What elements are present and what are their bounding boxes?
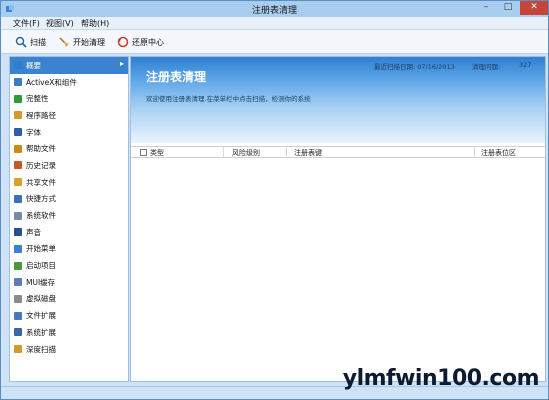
select-all-checkbox[interactable] bbox=[140, 149, 147, 156]
menu-bar: 文件(F) 视图(V) 帮助(H) bbox=[1, 17, 548, 30]
sidebar-item[interactable]: 程序路径 bbox=[10, 107, 128, 124]
help-file-icon bbox=[14, 144, 22, 153]
sidebar-item-label: 共享文件 bbox=[26, 177, 56, 187]
sidebar-item[interactable]: 系统扩展 bbox=[10, 324, 128, 341]
system-extension-icon bbox=[14, 328, 22, 337]
main-panel: 注册表清理 欢迎使用注册表清理.在菜单栏中点击扫描，检测你的系统 最近扫描日期:… bbox=[130, 56, 546, 382]
sidebar-item-label: MUI缓存 bbox=[26, 277, 56, 287]
sidebar-item-label: 虚拟磁盘 bbox=[26, 294, 56, 304]
sidebar-item[interactable]: 开始菜单 bbox=[10, 241, 128, 258]
integrity-icon bbox=[14, 94, 22, 103]
sidebar-item[interactable]: 共享文件 bbox=[10, 174, 128, 191]
sidebar-item-label: 快捷方式 bbox=[26, 194, 56, 204]
column-registry-location[interactable]: 注册表位区 bbox=[481, 148, 516, 158]
menu-file[interactable]: 文件(F) bbox=[13, 18, 40, 29]
site-watermark: ylmfwin100.com bbox=[342, 366, 540, 391]
sidebar-item-label: 历史记录 bbox=[26, 160, 56, 170]
sidebar-item[interactable]: 深度扫描 bbox=[10, 341, 128, 358]
last-scan-date: 最近扫描日期: 07/16/2013 bbox=[374, 63, 455, 71]
overview-icon bbox=[14, 61, 22, 70]
restore-icon bbox=[117, 36, 129, 48]
page-title: 注册表清理 bbox=[146, 70, 207, 84]
scan-button[interactable]: 扫描 bbox=[15, 34, 46, 50]
sidebar-item-label: 深度扫描 bbox=[26, 344, 56, 354]
title-bar: 注册表清理 – □ ✕ bbox=[1, 1, 548, 17]
sidebar-item[interactable]: 文件扩展 bbox=[10, 307, 128, 324]
minimize-button[interactable]: – bbox=[476, 1, 496, 15]
sidebar-item-label: 启动项目 bbox=[26, 261, 56, 271]
sidebar-item-label: ActiveX和组件 bbox=[26, 77, 77, 87]
clean-label: 开始清理 bbox=[73, 37, 105, 47]
column-divider[interactable] bbox=[474, 147, 475, 158]
maximize-button[interactable]: □ bbox=[498, 1, 518, 15]
column-divider[interactable] bbox=[286, 147, 287, 158]
restore-label: 还原中心 bbox=[132, 37, 164, 47]
sidebar-item-label: 声音 bbox=[26, 227, 41, 237]
sidebar-item-label: 文件扩展 bbox=[26, 311, 56, 321]
window-title: 注册表清理 bbox=[251, 6, 297, 16]
sidebar-item[interactable]: ActiveX和组件 bbox=[10, 74, 128, 91]
shortcut-icon bbox=[14, 194, 22, 203]
history-icon bbox=[14, 161, 22, 170]
sidebar-item[interactable]: 快捷方式 bbox=[10, 191, 128, 208]
restore-button[interactable]: 还原中心 bbox=[117, 34, 164, 50]
category-sidebar: 概要 ActiveX和组件完整性程序路径字体帮助文件历史记录共享文件快捷方式系统软… bbox=[9, 56, 129, 382]
shared-file-icon bbox=[14, 178, 22, 187]
virtual-disk-icon bbox=[14, 294, 22, 303]
sidebar-item-label: 开始菜单 bbox=[26, 244, 56, 254]
issues-count: 327 bbox=[519, 61, 532, 69]
sidebar-item[interactable]: 概要 bbox=[10, 57, 128, 74]
font-icon bbox=[14, 128, 22, 137]
summary-banner: 注册表清理 欢迎使用注册表清理.在菜单栏中点击扫描，检测你的系统 最近扫描日期:… bbox=[131, 57, 545, 143]
broom-icon bbox=[59, 37, 69, 47]
column-registry-key[interactable]: 注册表键 bbox=[294, 148, 322, 158]
program-path-icon bbox=[14, 111, 22, 120]
sidebar-item[interactable]: 系统软件 bbox=[10, 207, 128, 224]
sidebar-item[interactable]: 字体 bbox=[10, 124, 128, 141]
deep-scan-icon bbox=[14, 345, 22, 354]
sidebar-item[interactable]: 虚拟磁盘 bbox=[10, 291, 128, 308]
close-button[interactable]: ✕ bbox=[520, 1, 548, 15]
scan-label: 扫描 bbox=[30, 37, 46, 47]
sidebar-item[interactable]: 启动项目 bbox=[10, 257, 128, 274]
welcome-text: 欢迎使用注册表清理.在菜单栏中点击扫描，检测你的系统 bbox=[146, 95, 311, 103]
file-extension-icon bbox=[14, 311, 22, 320]
sidebar-item-label: 系统扩展 bbox=[26, 327, 56, 337]
magnifier-icon bbox=[15, 36, 27, 48]
menu-help[interactable]: 帮助(H) bbox=[81, 18, 109, 29]
sidebar-item-label: 字体 bbox=[26, 127, 41, 137]
sidebar-item[interactable]: 帮助文件 bbox=[10, 140, 128, 157]
startup-icon bbox=[14, 261, 22, 270]
activex-icon bbox=[14, 78, 22, 87]
system-software-icon bbox=[14, 211, 22, 220]
mui-cache-icon bbox=[14, 278, 22, 287]
menu-view[interactable]: 视图(V) bbox=[46, 18, 74, 29]
app-window: 注册表清理 – □ ✕ 文件(F) 视图(V) 帮助(H) 扫描 开始清理 还原… bbox=[0, 0, 549, 400]
sidebar-item[interactable]: 历史记录 bbox=[10, 157, 128, 174]
start-menu-icon bbox=[14, 244, 22, 253]
column-divider[interactable] bbox=[223, 147, 224, 158]
sound-icon bbox=[14, 228, 22, 237]
toolbar: 扫描 开始清理 还原中心 bbox=[1, 30, 548, 54]
sidebar-item-label: 概要 bbox=[26, 60, 41, 70]
sidebar-item-label: 系统软件 bbox=[26, 211, 56, 221]
sidebar-item[interactable]: MUI缓存 bbox=[10, 274, 128, 291]
column-type[interactable]: 类型 bbox=[150, 148, 164, 158]
sidebar-item-label: 帮助文件 bbox=[26, 144, 56, 154]
issues-label: 清理问题: bbox=[472, 63, 501, 71]
sidebar-item-label: 完整性 bbox=[26, 94, 49, 104]
results-table-header: 类型 风险级别 注册表键 注册表位区 bbox=[131, 146, 545, 158]
clean-button[interactable]: 开始清理 bbox=[58, 34, 105, 50]
sidebar-item[interactable]: 声音 bbox=[10, 224, 128, 241]
sidebar-item[interactable]: 完整性 bbox=[10, 90, 128, 107]
sidebar-item-label: 程序路径 bbox=[26, 110, 56, 120]
column-risk[interactable]: 风险级别 bbox=[232, 148, 260, 158]
